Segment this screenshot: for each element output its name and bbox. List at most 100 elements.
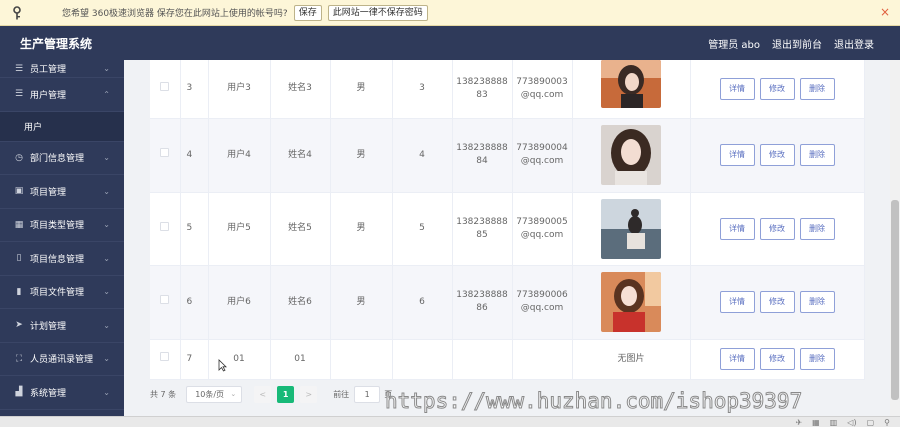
row-checkbox[interactable] xyxy=(160,221,170,231)
bar-chart-icon: ▮ xyxy=(16,286,22,297)
row-phone: 13823888886 xyxy=(452,265,513,340)
table-row[interactable]: 7 01 01 无图片 详情 修改 删除 xyxy=(150,339,865,380)
never-save-button[interactable]: 此网站一律不保存密码 xyxy=(327,4,428,21)
sidebar-item-label: 项目文件管理 xyxy=(30,288,85,299)
detail-button[interactable]: 详情 xyxy=(719,144,755,166)
sidebar-item-project-type[interactable]: ▦ 项目类型管理 ⌄ xyxy=(0,209,124,242)
mouse-cursor-icon xyxy=(218,357,227,376)
row-name: 姓名5 xyxy=(270,192,331,266)
next-page-button[interactable]: > xyxy=(300,385,318,403)
sound-icon[interactable]: ◁) xyxy=(847,418,856,427)
row-checkbox[interactable] xyxy=(160,81,170,91)
scrollbar-thumb[interactable] xyxy=(891,200,899,400)
save-password-button[interactable]: 保存 xyxy=(293,4,322,21)
row-name: 姓名4 xyxy=(270,118,331,193)
vertical-scrollbar[interactable] xyxy=(890,60,900,416)
avatar xyxy=(601,272,661,332)
row-checkbox[interactable] xyxy=(160,148,170,157)
row-email: 773890004@qq.com xyxy=(512,118,573,193)
row-actions: 详情 修改 删除 xyxy=(690,192,865,266)
delete-button[interactable]: 删除 xyxy=(799,144,835,166)
detail-button[interactable]: 详情 xyxy=(719,77,755,100)
row-age: 4 xyxy=(392,118,453,193)
sidebar-item-system[interactable]: ▟ 系统管理 ⌄ xyxy=(0,376,124,410)
sidebar-item-users[interactable]: ☰ 用户管理 ⌃ xyxy=(0,78,124,112)
row-name: 01 xyxy=(270,339,331,380)
goto-suffix: 页 xyxy=(384,389,393,399)
row-actions: 详情 修改 删除 xyxy=(690,60,865,119)
sidebar-item-staff[interactable]: ☰ 员工管理 ⌄ xyxy=(0,60,124,78)
pin-icon[interactable]: ✈ xyxy=(795,418,802,427)
table-row[interactable]: 4 用户4 姓名4 男 4 13823888884 773890004@qq.c… xyxy=(150,118,865,193)
sidebar-item-project[interactable]: ▣ 项目管理 ⌄ xyxy=(0,175,124,209)
row-checkbox-cell[interactable] xyxy=(150,192,181,266)
avatar xyxy=(601,125,661,185)
row-actions: 详情 修改 删除 xyxy=(690,118,865,193)
row-id: 7 xyxy=(180,339,209,380)
row-checkbox[interactable] xyxy=(160,352,170,361)
key-icon xyxy=(10,5,24,20)
sidebar-item-label: 员工管理 xyxy=(30,65,67,75)
sidebar-item-project-file[interactable]: ▮ 项目文件管理 ⌄ xyxy=(0,276,124,309)
detail-button[interactable]: 详情 xyxy=(719,291,755,313)
chevron-down-icon: ⌄ xyxy=(230,390,237,398)
delete-button[interactable]: 删除 xyxy=(799,217,835,240)
row-email xyxy=(512,339,573,380)
clock-icon: ◷ xyxy=(15,152,23,163)
table-row[interactable]: 5 用户5 姓名5 男 5 13823888885 773890005@qq.c… xyxy=(150,192,865,266)
image-icon: ▣ xyxy=(14,186,24,197)
table-row[interactable]: 3 用户3 姓名3 男 3 13823888883 773890003@qq.c… xyxy=(150,60,865,119)
row-checkbox[interactable] xyxy=(160,295,170,304)
window-icon[interactable]: ▢ xyxy=(867,418,875,427)
row-email: 773890003@qq.com xyxy=(512,60,573,119)
sidebar-item-project-info[interactable]: ▯ 项目信息管理 ⌄ xyxy=(0,242,124,276)
top-header: 生产管理系统 管理员 abo 退出到前台 退出登录 xyxy=(0,26,900,60)
chevron-down-icon: ⌄ xyxy=(103,320,110,330)
row-gender: 男 xyxy=(330,118,393,193)
edit-button[interactable]: 修改 xyxy=(759,144,795,166)
delete-button[interactable]: 删除 xyxy=(799,348,835,370)
system-title: 生产管理系统 xyxy=(20,36,93,51)
sidebar-item-label: 项目信息管理 xyxy=(30,254,85,265)
edit-button[interactable]: 修改 xyxy=(759,77,795,100)
table-row[interactable]: 6 用户6 姓名6 男 6 13823888886 773890006@qq.c… xyxy=(150,265,865,340)
row-actions: 详情 修改 删除 xyxy=(690,265,865,340)
row-checkbox-cell[interactable] xyxy=(150,60,181,119)
prev-page-button[interactable]: < xyxy=(254,385,272,403)
close-icon[interactable]: × xyxy=(880,5,890,19)
list-icon: ☰ xyxy=(14,89,24,100)
detail-button[interactable]: 详情 xyxy=(719,348,755,370)
row-age xyxy=(392,339,453,380)
sidebar-subitem-user[interactable]: 用户 xyxy=(0,111,124,142)
goto-page-input[interactable]: 1 xyxy=(354,385,381,403)
delete-button[interactable]: 删除 xyxy=(799,291,835,313)
sidebar-item-label: 计划管理 xyxy=(30,321,67,332)
edit-button[interactable]: 修改 xyxy=(759,291,795,313)
detail-button[interactable]: 详情 xyxy=(719,217,755,240)
sidebar-item-label: 项目类型管理 xyxy=(30,221,85,232)
list-icon: ☰ xyxy=(14,63,24,74)
edit-button[interactable]: 修改 xyxy=(759,217,795,240)
row-checkbox-cell[interactable] xyxy=(150,118,181,193)
edit-button[interactable]: 修改 xyxy=(759,348,795,370)
total-count: 共 7 条 xyxy=(150,389,177,399)
row-account: 用户6 xyxy=(208,265,271,340)
grid-icon[interactable]: ▦ xyxy=(812,418,820,427)
sidebar-item-department[interactable]: ◷ 部门信息管理 ⌄ xyxy=(0,142,124,175)
delete-button[interactable]: 删除 xyxy=(799,77,835,100)
sidebar-item-contacts[interactable]: ⛶ 人员通讯录管理 ⌄ xyxy=(0,343,124,376)
row-checkbox-cell[interactable] xyxy=(150,265,181,340)
page-number-current[interactable]: 1 xyxy=(277,385,295,403)
back-to-front-link[interactable]: 退出到前台 xyxy=(772,36,822,51)
zoom-icon[interactable]: ⚲ xyxy=(884,418,890,427)
row-gender: 男 xyxy=(330,60,393,119)
grid-icon: ▦ xyxy=(14,219,24,230)
page-size-select[interactable]: 10条/页 ⌄ xyxy=(186,385,243,403)
sidebar-item-plan[interactable]: ➤ 计划管理 ⌄ xyxy=(0,309,124,343)
fullscreen-icon: ⛶ xyxy=(15,353,23,364)
row-checkbox-cell[interactable] xyxy=(150,339,181,380)
row-photo-cell xyxy=(572,265,691,340)
goto-label: 前往 xyxy=(333,389,350,399)
logout-link[interactable]: 退出登录 xyxy=(834,36,874,51)
trash-icon[interactable]: ▥ xyxy=(830,418,838,427)
